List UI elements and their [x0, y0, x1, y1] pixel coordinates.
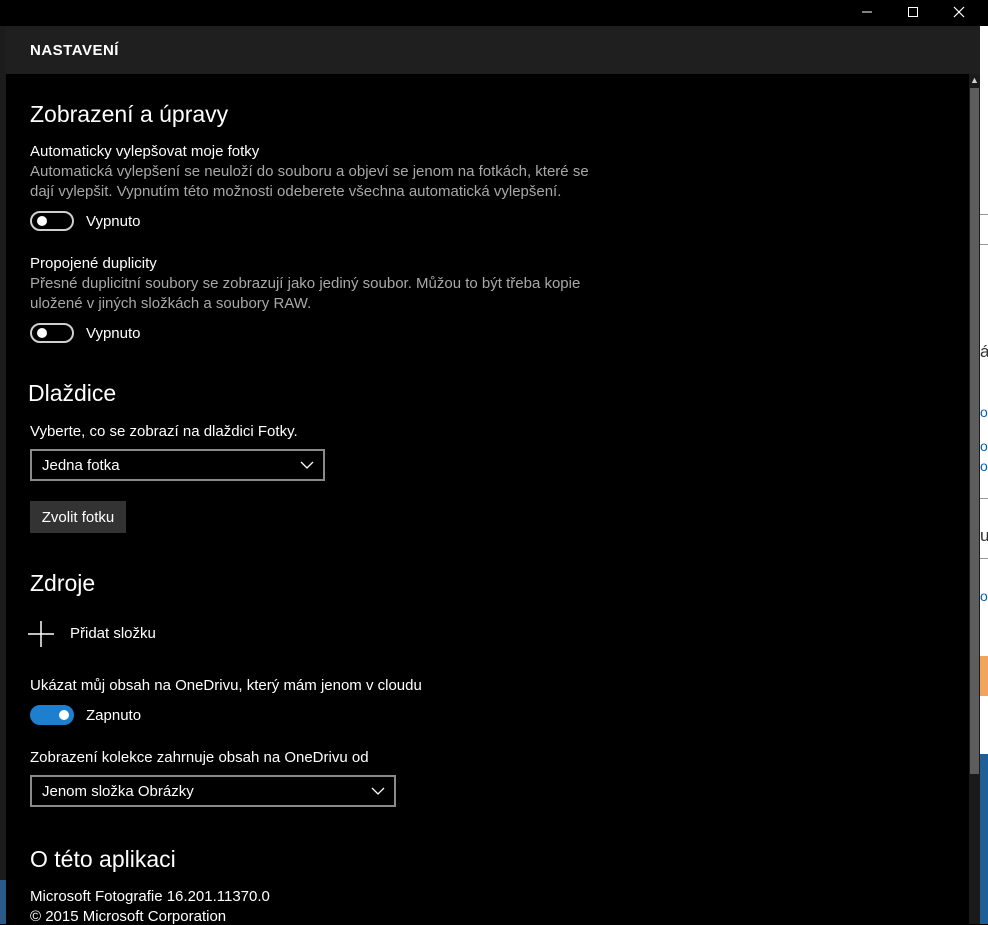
duplicates-state: Vypnuto: [86, 325, 141, 342]
divider: [980, 214, 988, 215]
duplicates-description: Přesné duplicitní soubory se zobrazují j…: [30, 275, 581, 312]
collection-source-selected: Jenom složka Obrázky: [42, 782, 194, 800]
close-icon: [953, 6, 965, 18]
window-titlebar: [0, 0, 988, 26]
settings-content: Zobrazení a úpravy Automaticky vylepšova…: [6, 74, 968, 925]
app-version: Microsoft Fotografie 16.201.11370.0: [30, 888, 270, 905]
scrollbar-thumb[interactable]: [970, 88, 979, 774]
section-heading-tile: Dlaždice: [28, 380, 117, 406]
choose-photo-button[interactable]: Zvolit fotku: [30, 501, 126, 533]
onedrive-cloud-state: Zapnuto: [86, 707, 142, 724]
add-folder-label: Přidat složku: [70, 625, 156, 642]
background-blue-area: [980, 754, 988, 924]
onedrive-cloud-toggle[interactable]: [30, 705, 74, 725]
tile-content-select[interactable]: Jedna fotka: [30, 449, 325, 481]
toggle-knob: [59, 710, 69, 720]
chevron-down-icon: [371, 787, 385, 795]
divider: [980, 558, 988, 559]
settings-header: NASTAVENÍ: [6, 26, 980, 74]
app-copyright: © 2015 Microsoft Corporation: [30, 908, 227, 925]
maximize-button[interactable]: [890, 0, 936, 24]
collection-label: Zobrazení kolekce zahrnuje obsah na OneD…: [30, 749, 369, 766]
divider: [980, 498, 988, 499]
section-heading-about: O této aplikaci: [30, 846, 176, 872]
collection-source-select[interactable]: Jenom složka Obrázky: [30, 775, 396, 807]
background-image-fragment: [980, 656, 988, 696]
page-title: NASTAVENÍ: [30, 42, 119, 59]
minimize-button[interactable]: [844, 0, 890, 24]
background-text-fragment: o: [980, 458, 988, 474]
scroll-up-arrow-icon[interactable]: ▲: [969, 74, 980, 86]
minimize-icon: [862, 11, 872, 13]
duplicates-label: Propojené duplicity: [30, 255, 157, 272]
toggle-knob: [37, 216, 47, 226]
duplicates-toggle[interactable]: [30, 323, 74, 343]
close-button[interactable]: [936, 0, 982, 24]
background-window: á o o o u o: [980, 26, 988, 924]
auto-enhance-label: Automaticky vylepšovat moje fotky: [30, 143, 260, 160]
add-folder-button[interactable]: Přidat složku: [28, 619, 208, 647]
background-text-fragment: u: [980, 526, 988, 545]
tile-content-selected: Jedna fotka: [42, 456, 120, 474]
section-heading-display: Zobrazení a úpravy: [30, 101, 229, 127]
auto-enhance-state: Vypnuto: [86, 213, 141, 230]
divider: [980, 244, 988, 245]
onedrive-cloud-label: Ukázat můj obsah na OneDrivu, který mám …: [30, 677, 422, 694]
background-text-fragment: o: [980, 438, 988, 454]
chevron-down-icon: [300, 461, 314, 469]
auto-enhance-toggle[interactable]: [30, 211, 74, 231]
tile-label: Vyberte, co se zobrazí na dlaždici Fotky…: [30, 423, 298, 440]
auto-enhance-description: Automatická vylepšení se neuloží do soub…: [30, 163, 589, 200]
background-text-fragment: o: [980, 588, 988, 604]
background-text-fragment: o: [980, 404, 988, 420]
maximize-icon: [908, 7, 918, 17]
toggle-knob: [37, 328, 47, 338]
vertical-scrollbar[interactable]: ▲: [969, 74, 980, 924]
plus-icon: [28, 621, 54, 647]
section-heading-sources: Zdroje: [30, 570, 96, 596]
background-text-fragment: á: [980, 342, 988, 361]
